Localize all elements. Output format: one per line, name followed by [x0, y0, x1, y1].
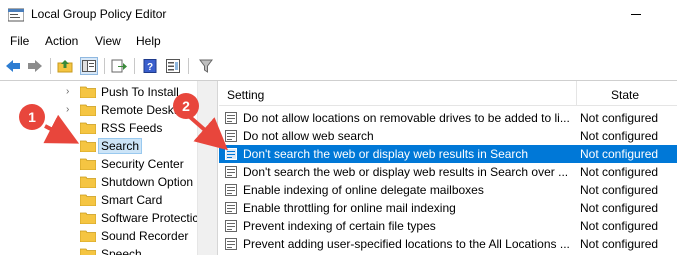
svg-text:?: ?	[147, 62, 153, 73]
folder-icon	[80, 158, 96, 170]
tree-item[interactable]: Smart Card	[78, 191, 210, 209]
setting-state: Not configured	[580, 237, 659, 251]
policy-setting-icon	[225, 184, 237, 196]
table-row[interactable]: Prevent indexing of certain file types N…	[219, 217, 677, 235]
menu-action[interactable]: Action	[45, 34, 78, 48]
callout-badge-1: 1	[19, 104, 45, 130]
table-row[interactable]: Do not allow web search Not configured	[219, 127, 677, 145]
tree-item-label: Search	[98, 138, 143, 154]
setting-name: Prevent indexing of certain file types	[243, 219, 436, 233]
forward-arrow-icon[interactable]	[26, 57, 44, 75]
menu-file[interactable]: File	[10, 34, 29, 48]
tree-item-label: Shutdown Option	[101, 175, 194, 189]
setting-name: Enable throttling for online mail indexi…	[243, 201, 456, 215]
minimize-button[interactable]	[631, 14, 641, 15]
toolbar-separator	[134, 58, 135, 74]
table-row[interactable]: Enable indexing of online delegate mailb…	[219, 181, 677, 199]
setting-state: Not configured	[580, 147, 659, 161]
folder-icon	[80, 122, 96, 134]
setting-state: Not configured	[580, 111, 659, 125]
folder-icon	[80, 140, 96, 152]
column-header: Setting State	[219, 81, 677, 106]
folder-icon	[80, 86, 96, 98]
table-row[interactable]: Do not allow locations on removable driv…	[219, 109, 677, 127]
tree-item[interactable]: Software Protectic	[78, 209, 210, 227]
toolbar-separator	[188, 58, 189, 74]
tree-item[interactable]: Security Center	[78, 155, 210, 173]
setting-name: Don't search the web or display web resu…	[243, 165, 569, 179]
table-row[interactable]: Don't search the web or display web resu…	[219, 163, 677, 181]
folder-icon	[80, 104, 96, 116]
policy-setting-icon	[225, 202, 237, 214]
up-folder-icon[interactable]	[56, 57, 74, 75]
tree-item[interactable]: Shutdown Option	[78, 173, 210, 191]
callout-badge-2: 2	[173, 93, 199, 119]
column-setting[interactable]: Setting	[227, 88, 264, 102]
table-row[interactable]: Enable throttling for online mail indexi…	[219, 199, 677, 217]
policy-setting-icon	[225, 148, 237, 160]
tree-item-label: Remote Deskt	[101, 103, 178, 117]
setting-name: Prevent adding user-specified locations …	[243, 237, 570, 251]
folder-icon	[80, 212, 96, 224]
toolbar-separator	[50, 58, 51, 74]
folder-icon	[80, 194, 96, 206]
menu-help[interactable]: Help	[136, 34, 161, 48]
setting-state: Not configured	[580, 183, 659, 197]
policy-setting-icon	[225, 166, 237, 178]
show-hide-tree-icon[interactable]	[80, 57, 98, 75]
policy-setting-icon	[225, 112, 237, 124]
tree-item-label: Sound Recorder	[101, 229, 189, 243]
policy-editor-icon	[8, 8, 24, 22]
tree-item-label: Speech	[101, 247, 142, 255]
tree-item-label: Push To Install	[101, 85, 179, 99]
title-bar: Local Group Policy Editor	[0, 0, 677, 30]
tree-item[interactable]: RSS Feeds	[78, 119, 210, 137]
table-row-selected[interactable]: Don't search the web or display web resu…	[219, 145, 677, 163]
setting-state: Not configured	[580, 129, 659, 143]
folder-icon	[80, 230, 96, 242]
filter-icon[interactable]	[197, 57, 215, 75]
setting-state: Not configured	[580, 219, 659, 233]
window-title: Local Group Policy Editor	[31, 7, 167, 21]
policy-setting-icon	[225, 220, 237, 232]
expand-arrow-icon[interactable]: ›	[66, 86, 69, 97]
column-divider[interactable]	[576, 81, 577, 106]
toolbar-separator	[104, 58, 105, 74]
setting-name: Do not allow web search	[243, 129, 374, 143]
tree-item-label: Software Protectic	[101, 211, 199, 225]
table-row[interactable]: Prevent adding user-specified locations …	[219, 235, 677, 253]
settings-list[interactable]: Setting State Do not allow locations on …	[219, 81, 677, 255]
tree-item-label: RSS Feeds	[101, 121, 163, 135]
column-state[interactable]: State	[611, 88, 639, 102]
policy-setting-icon	[225, 238, 237, 250]
menu-view[interactable]: View	[95, 34, 121, 48]
properties-icon[interactable]	[164, 57, 182, 75]
setting-name: Enable indexing of online delegate mailb…	[243, 183, 484, 197]
folder-icon	[80, 176, 96, 188]
setting-name: Do not allow locations on removable driv…	[243, 111, 570, 125]
toolbar: ?	[0, 52, 677, 80]
tree-item-label: Smart Card	[101, 193, 163, 207]
export-list-icon[interactable]	[110, 57, 128, 75]
policy-setting-icon	[225, 130, 237, 142]
tree-item-search[interactable]: Search	[78, 137, 210, 155]
expand-arrow-icon[interactable]: ›	[66, 104, 69, 115]
menu-bar: File Action View Help	[0, 30, 677, 52]
back-arrow-icon[interactable]	[4, 57, 22, 75]
setting-name: Don't search the web or display web resu…	[243, 147, 529, 161]
help-icon[interactable]: ?	[141, 57, 159, 75]
tree-item[interactable]: Speech	[78, 245, 210, 255]
setting-state: Not configured	[580, 201, 659, 215]
tree-item-label: Security Center	[101, 157, 184, 171]
setting-state: Not configured	[580, 165, 659, 179]
pane-splitter[interactable]	[210, 81, 218, 255]
tree-item[interactable]: Sound Recorder	[78, 227, 210, 245]
folder-icon	[80, 248, 96, 255]
